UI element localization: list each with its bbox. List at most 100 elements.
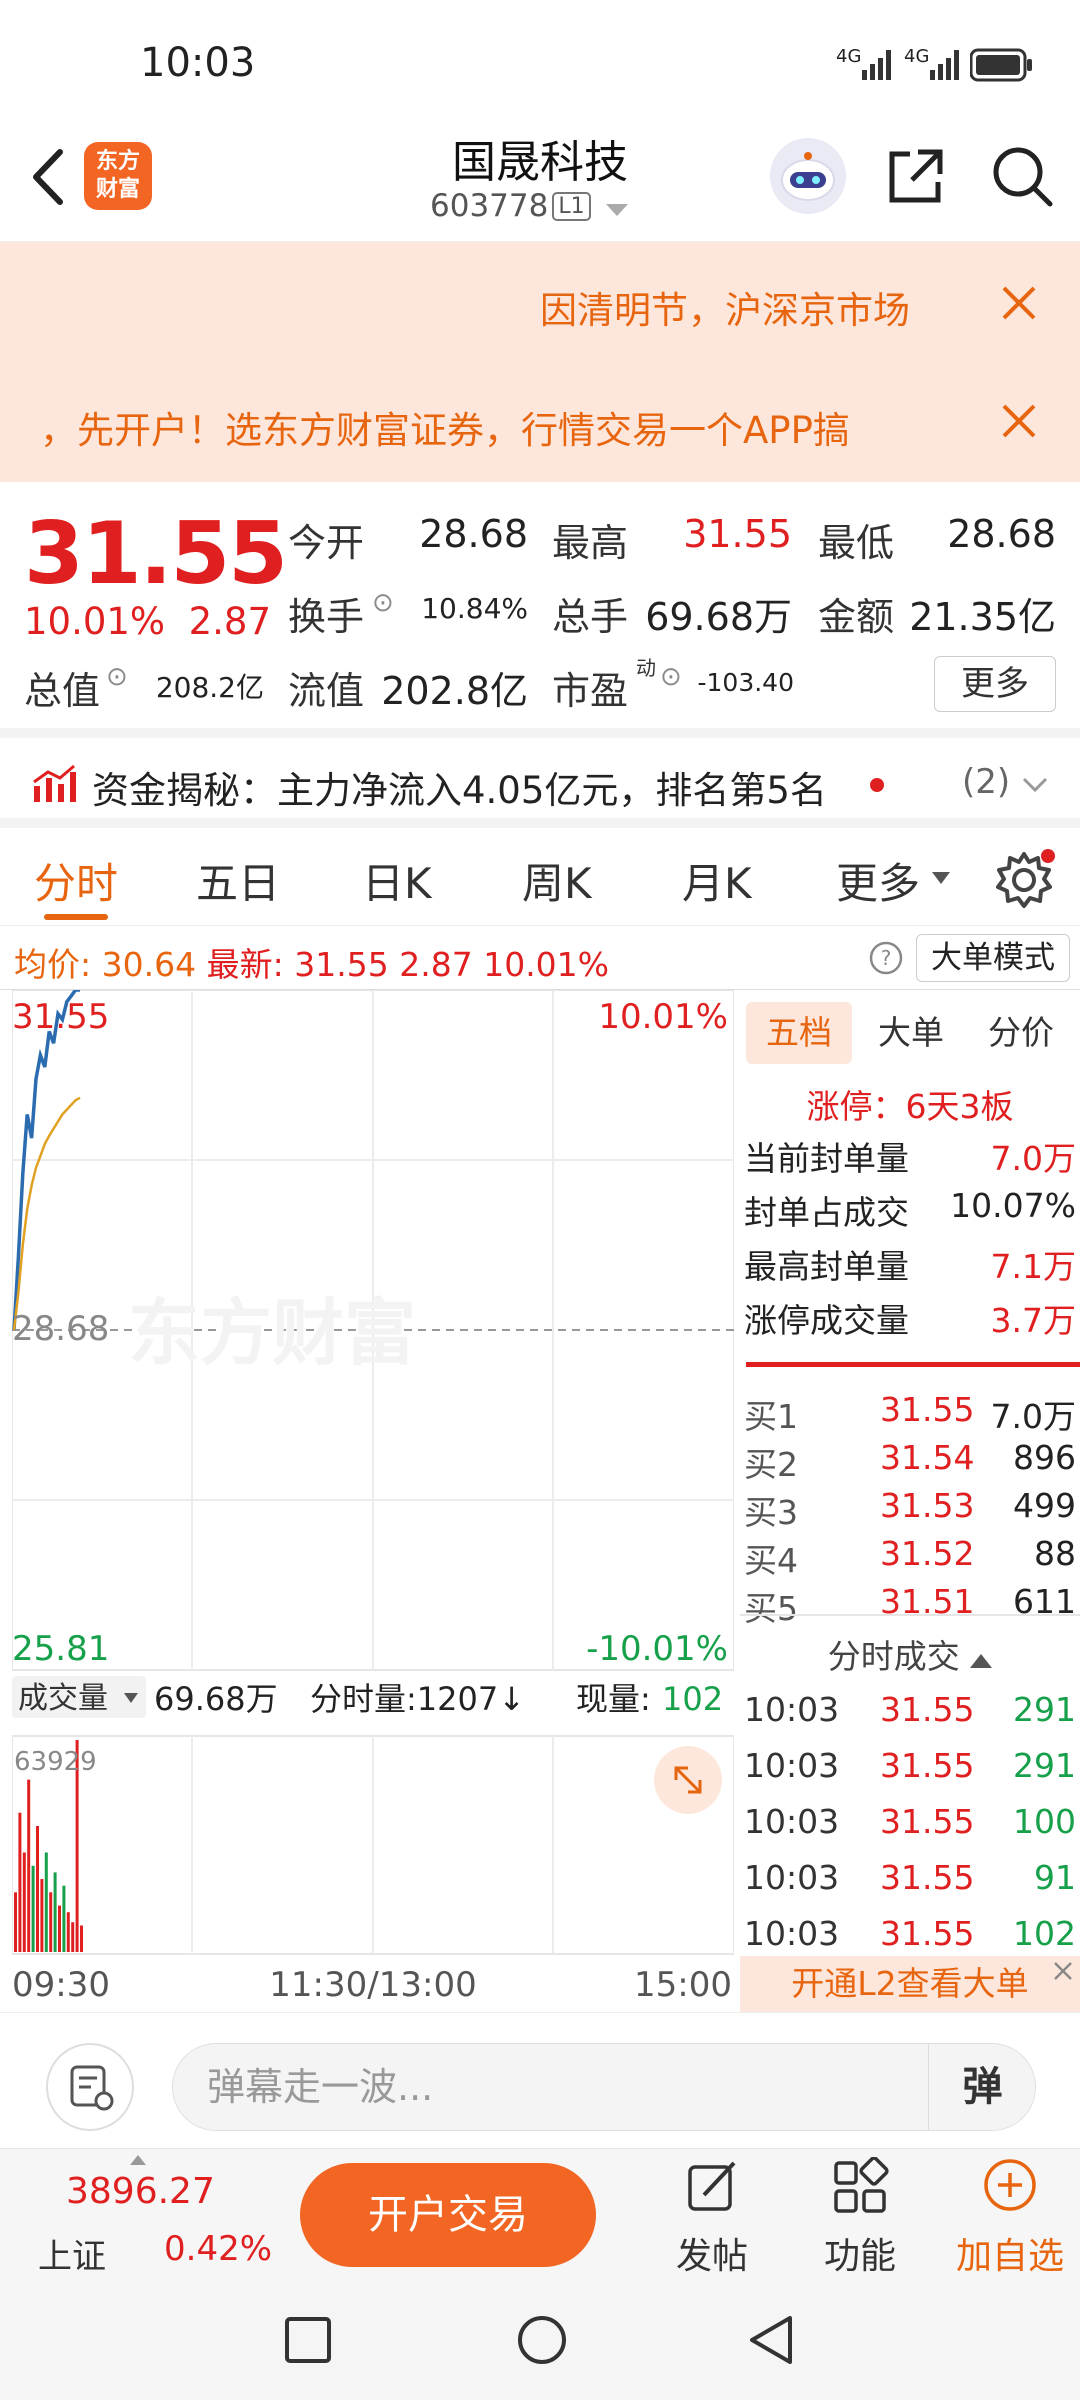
stock-code-row[interactable]: 603778 L1 [430,188,629,224]
bid-row[interactable]: 买1 31.55 7.0万 [744,1390,1076,1438]
volume-label: 成交量 [18,1681,108,1716]
ticks-title: 分时成交 [827,1637,960,1676]
order-book-panel: 五档 大单 分价 涨停：6天3板 当前封单量 7.0万 封单占成交 10.07% 最… [740,990,1080,2010]
y-axis-top: 31.55 [12,997,109,1037]
volume-bar [22,1852,26,1952]
system-nav-bar [0,2280,1080,2400]
add-watchlist-button[interactable]: 加自选 [950,2157,1070,2279]
more-quote-button[interactable]: 更多 [934,656,1056,712]
stat-row: 涨停成交量 3.7万 [744,1294,1076,1342]
intraday-chart[interactable]: 东方财富 31.55 10.01% 28.68 25.81 -10.01% 成交… [12,990,734,2012]
tab-more[interactable]: 更多 [836,850,920,911]
volume-bar [36,1826,39,1952]
info-icon[interactable]: ⊙ [660,662,682,692]
l2-upgrade-bar[interactable]: 开通L2查看大单 [740,1956,1080,2012]
ai-robot-icon[interactable] [770,138,846,214]
home-icon[interactable] [516,2314,568,2366]
tab-price-dist[interactable]: 分价 [968,1002,1074,1064]
info-icon[interactable]: ⊙ [106,662,128,692]
bid-row[interactable]: 买3 31.53 499 [744,1486,1076,1534]
tab-five-level[interactable]: 五档 [746,1002,852,1064]
tick-row: 10:03 31.55 291 [744,1690,1076,1746]
search-icon[interactable] [988,142,1054,208]
tick-volume: 291 [1013,1746,1076,1785]
danmaku-input[interactable]: 弹幕走一波... [172,2043,1036,2131]
x-axis-start: 09:30 [12,1965,110,2005]
current-price: 31.55 [24,504,288,604]
close-icon[interactable] [994,278,1044,328]
volume-bar [58,1905,61,1952]
settings-gear-icon[interactable] [992,848,1056,912]
notice-banners: 因清明节，沪深京市场 ，先开户！选东方财富证券，行情交易一个APP搞 [0,242,1080,482]
tick-volume: 102 [1013,1914,1076,1953]
bid-label: 买1 [744,1397,798,1436]
low-value: 28.68 [947,512,1056,556]
active-tab-underline [44,914,108,920]
bid-row[interactable]: 买2 31.54 896 [744,1438,1076,1486]
index-pct: 0.42% [164,2229,273,2269]
index-name: 上证 [38,2237,106,2277]
amount-value: 21.35亿 [909,595,1056,639]
signal-icon-2 [930,50,959,80]
danmaku-settings-button[interactable] [46,2043,134,2131]
recent-apps-icon[interactable] [284,2316,332,2364]
fund-flow-bar[interactable]: 资金揭秘：主力净流入4.05亿元，排名第5名 (2) [0,728,1080,828]
bid-label: 买3 [744,1493,798,1532]
latest-label: 最新: [206,945,284,984]
tab-five-day[interactable]: 五日 [196,850,280,911]
chevron-down-icon[interactable] [1022,776,1048,794]
notice-banner-1[interactable]: 因清明节，沪深京市场 [0,242,1080,362]
bid-label: 买2 [744,1445,798,1484]
bid-row[interactable]: 买4 31.52 88 [744,1534,1076,1582]
volume-bar [49,1892,53,1952]
tab-monthly-k[interactable]: 月K [682,850,752,911]
pe-value: -103.40 [697,668,795,697]
volume-total: 69.68万 [154,1680,278,1718]
y-axis-top-pct: 10.01% [598,997,728,1037]
share-icon[interactable] [884,144,948,208]
chevron-down-icon [932,872,950,884]
app-logo[interactable]: 东方 财富 [84,142,152,210]
volume-max: 63929 [14,1747,97,1777]
volume-label: 总手 [552,595,629,639]
back-nav-icon[interactable] [746,2314,796,2366]
bid-volume: 88 [1034,1534,1076,1573]
back-arrow-icon[interactable] [24,142,74,212]
triangle-up-icon [130,2155,146,2165]
avg-value: 30.64 [101,945,197,984]
bid-volume: 499 [1013,1486,1076,1525]
stock-header: 东方 财富 国晟科技 603778 L1 [0,120,1080,242]
post-button[interactable]: 发帖 [652,2157,772,2279]
add-watchlist-label: 加自选 [955,2236,1064,2277]
info-icon[interactable]: ⊙ [372,588,394,618]
tab-daily-k[interactable]: 日K [362,850,432,911]
ticks-header[interactable]: 分时成交 [744,1630,1076,1678]
close-icon[interactable] [1050,1958,1076,1984]
index-value[interactable]: 3896.27 [66,2171,215,2212]
avg-label: 均价: [14,945,92,984]
open-account-button[interactable]: 开户交易 [300,2163,596,2267]
big-order-mode-button[interactable]: 大单模式 [916,934,1070,982]
close-icon[interactable] [994,396,1044,446]
signal-label-1: 4G [836,46,862,67]
danmaku-send-button[interactable]: 弹 [928,2043,1036,2131]
tick-volume: 291 [1013,1690,1076,1729]
chart-watermark: 东方财富 [128,1291,416,1375]
open-label: 今开 [288,521,365,565]
expand-icon[interactable] [654,1746,722,1814]
stat-row: 封单占成交 10.07% [744,1186,1076,1234]
fund-flow-icon [33,764,76,802]
latest-value: 31.55 [294,945,389,984]
help-icon[interactable]: ? [868,940,904,976]
pe-label: 市盈 [552,669,629,713]
volume-now: 102 [662,1680,723,1718]
fund-flow-text: 资金揭秘：主力净流入4.05亿元，排名第5名 [92,769,827,812]
tab-intraday[interactable]: 分时 [34,850,118,911]
tab-weekly-k[interactable]: 周K [522,850,592,911]
tab-big-order[interactable]: 大单 [858,1002,964,1064]
l2-upgrade-text: 开通L2查看大单 [791,1964,1029,2003]
level-badge: L1 [552,192,591,221]
bid-row[interactable]: 买5 31.51 611 [744,1582,1076,1630]
functions-button[interactable]: 功能 [800,2157,920,2279]
notice-banner-2[interactable]: ，先开户！选东方财富证券，行情交易一个APP搞 [0,362,1080,482]
